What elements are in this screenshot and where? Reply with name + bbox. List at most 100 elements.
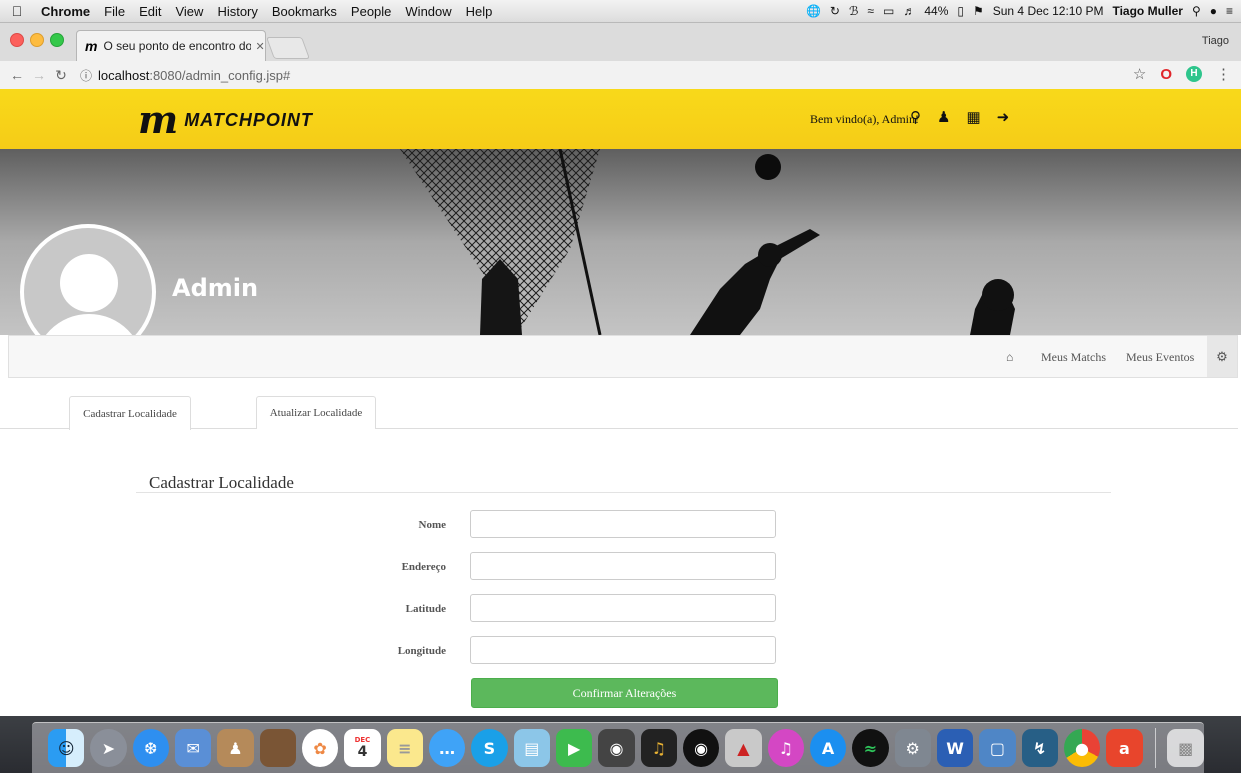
calendar-icon[interactable]: ▦ [966, 108, 980, 126]
welcome-message: Bem vindo(a), Admin! [810, 112, 919, 126]
menu-edit[interactable]: Edit [132, 4, 168, 19]
mail-preview-icon[interactable]: ✉ [174, 729, 212, 767]
browser-profile-name[interactable]: Tiago [1202, 35, 1229, 47]
system-preferences-icon[interactable]: ⚙ [894, 729, 931, 767]
photo-booth-icon[interactable]: ◉ [598, 729, 635, 767]
forward-arrow-icon[interactable]: → [28, 67, 50, 83]
bookmark-star-icon[interactable]: ☆ [1133, 65, 1146, 83]
menubar-user[interactable]: Tiago Muller [1112, 4, 1182, 18]
battery-icon[interactable]: ▯ [957, 4, 964, 18]
tab-cadastrar-localidade[interactable]: Cadastrar Localidade [69, 396, 191, 430]
battery-percent[interactable]: 44% [924, 4, 948, 18]
input-flag-icon[interactable]: ⚑ [973, 4, 984, 18]
popcorn-time-icon[interactable]: ▲ [725, 729, 762, 767]
new-tab-button[interactable] [265, 37, 311, 59]
mysql-workbench-icon[interactable]: ↯ [1021, 729, 1058, 767]
window-close-button[interactable] [10, 33, 24, 47]
finder-icon[interactable]: ☺ [48, 729, 85, 767]
wifi-icon[interactable]: ≈ [867, 4, 874, 18]
chrome-icon[interactable]: ● [1063, 729, 1101, 767]
dvd-player-icon[interactable]: ◉ [682, 729, 720, 767]
macos-menubar:  Chrome File Edit View History Bookmark… [0, 0, 1241, 23]
window-zoom-button[interactable] [50, 33, 64, 47]
apple-menu-icon[interactable]:  [0, 3, 34, 19]
tab-close-icon[interactable]: ✕ [255, 40, 264, 53]
window-minimize-button[interactable] [30, 33, 44, 47]
time-machine-icon[interactable]: ↻ [830, 4, 840, 18]
photos-icon[interactable]: ✿ [301, 729, 339, 767]
menubar-status-area: 🌐 ↻ ℬ ≈ ▭ ♬ 44% ▯ ⚑ Sun 4 Dec 12:10 PM T… [806, 0, 1233, 22]
facetime-icon[interactable]: ▶ [555, 729, 593, 767]
reload-icon[interactable]: ↻ [50, 67, 72, 84]
skype-icon[interactable]: S [471, 729, 508, 767]
browser-toolbar: ← → ↻ ⓘ localhost :8080/admin_config.jsp… [0, 61, 1241, 90]
itunes-icon[interactable]: ♫ [767, 729, 804, 767]
nav-meus-eventos[interactable]: Meus Eventos [1126, 350, 1194, 365]
longitude-input[interactable] [470, 636, 776, 664]
menu-help[interactable]: Help [459, 4, 500, 19]
calendar-icon[interactable]: DEC 4 [344, 729, 381, 767]
menu-file[interactable]: File [97, 4, 132, 19]
endereco-input[interactable] [470, 552, 776, 580]
app-store-icon[interactable]: A [809, 729, 847, 767]
garageband-icon[interactable]: ♫ [640, 729, 677, 767]
confirm-changes-button[interactable]: Confirmar Alterações [471, 678, 778, 708]
notes-brown-icon[interactable] [259, 729, 296, 767]
menu-window[interactable]: Window [398, 4, 458, 19]
volleyball-scene-svg [0, 149, 1241, 335]
menu-view[interactable]: View [168, 4, 210, 19]
user-icon[interactable]: ♟ [937, 108, 950, 126]
browser-tab-active[interactable]: m O seu ponto de encontro dos e ✕ [76, 30, 266, 61]
latitude-label: Latitude [405, 603, 446, 615]
profile-nav: ⌂ Meus Matchs Meus Eventos ⚙ [8, 335, 1238, 378]
menubar-clock[interactable]: Sun 4 Dec 12:10 PM [993, 4, 1104, 18]
endereco-label: Endereço [401, 561, 446, 573]
volume-icon[interactable]: ♬ [903, 4, 915, 18]
back-arrow-icon[interactable]: ← [6, 67, 28, 83]
nome-label: Nome [418, 519, 447, 531]
safari-icon[interactable]: ❆ [132, 729, 169, 767]
launchpad-icon[interactable]: ➤ [90, 729, 127, 767]
profile-cover-image [0, 149, 1241, 335]
logout-icon[interactable]: ➜ [997, 108, 1010, 126]
spotify-icon[interactable]: ≈ [852, 729, 889, 767]
globe-icon[interactable]: 🌐 [806, 4, 821, 18]
settings-gear-icon[interactable]: ⚙ [1207, 336, 1237, 377]
menu-people[interactable]: People [344, 4, 398, 19]
airplay-icon[interactable]: ▭ [883, 4, 894, 18]
logo-mark: m [138, 97, 178, 142]
virtualbox-icon[interactable]: ▢ [979, 729, 1016, 767]
address-bar[interactable]: ⓘ localhost :8080/admin_config.jsp# [80, 64, 1150, 86]
url-host: localhost [98, 67, 150, 83]
macos-dock: ☺ ➤ ❆ ✉ ♟ ✿ DEC 4 ≡ … S ▤ ▶ ◉ ♫ ◉ ▲ ♫ A … [32, 722, 1204, 773]
hangouts-extension-icon[interactable]: H [1186, 66, 1202, 82]
browser-tabbar: m O seu ponto de encontro dos e ✕ Tiago [0, 23, 1241, 61]
nav-meus-matchs[interactable]: Meus Matchs [1041, 350, 1106, 365]
spotlight-search-icon[interactable]: ⚲ [1192, 4, 1201, 18]
home-icon[interactable]: ⌂ [1006, 350, 1013, 365]
toolbar-actions: ☆ O H ⋮ [1133, 65, 1231, 84]
dock-separator [1154, 728, 1156, 768]
menu-bookmarks[interactable]: Bookmarks [265, 4, 344, 19]
matchpoint-logo[interactable]: m MATCHPOINT [138, 97, 313, 142]
trash-icon[interactable]: ▩ [1167, 729, 1204, 767]
menu-chrome[interactable]: Chrome [34, 4, 97, 19]
siri-icon[interactable]: ● [1210, 4, 1217, 18]
opera-extension-icon[interactable]: O [1160, 66, 1172, 83]
messages-icon[interactable]: … [428, 729, 466, 767]
bluetooth-icon[interactable]: ℬ [849, 4, 858, 18]
header-icons: ⚲ ♟ ▦ ➜ [910, 108, 1009, 126]
latitude-input[interactable] [470, 594, 776, 622]
nome-input[interactable] [470, 510, 776, 538]
menu-history[interactable]: History [210, 4, 264, 19]
chrome-menu-icon[interactable]: ⋮ [1216, 65, 1231, 83]
notes-icon[interactable]: ≡ [386, 729, 423, 767]
site-info-icon[interactable]: ⓘ [80, 67, 92, 84]
search-icon[interactable]: ⚲ [910, 108, 921, 126]
ask-icon[interactable]: a [1106, 729, 1143, 767]
contacts-icon[interactable]: ♟ [217, 729, 254, 767]
preview-icon[interactable]: ▤ [513, 729, 550, 767]
tab-atualizar-localidade[interactable]: Atualizar Localidade [256, 396, 376, 429]
notification-center-icon[interactable]: ≡ [1226, 4, 1233, 18]
word-icon[interactable]: W [936, 729, 974, 767]
